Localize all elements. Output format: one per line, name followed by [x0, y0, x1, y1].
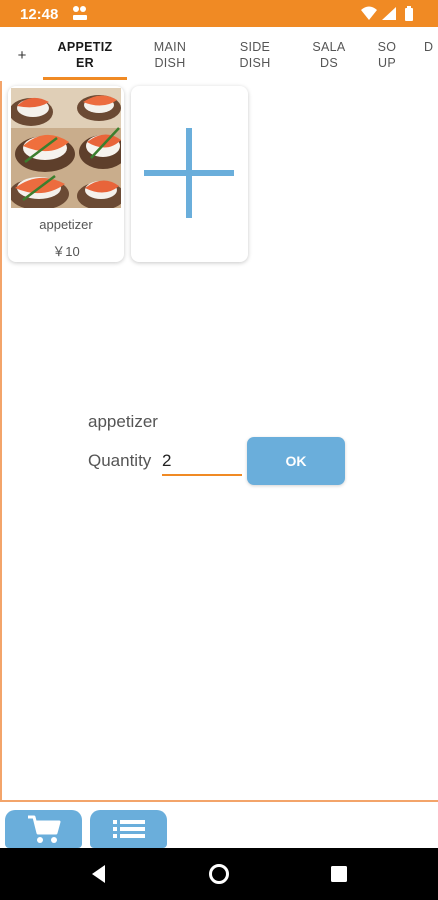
quantity-label: Quantity — [88, 451, 152, 470]
signal-icon — [382, 7, 396, 20]
system-nav-bar — [0, 848, 438, 900]
product-name: appetizer — [39, 217, 93, 232]
recents-icon[interactable] — [327, 862, 351, 886]
battery-icon — [405, 6, 413, 21]
product-price: ￥10 — [52, 244, 80, 259]
active-tab-indicator — [43, 77, 127, 80]
tab-appetizer[interactable]: APPETIZ ER — [46, 39, 124, 81]
bottom-action-bar — [0, 800, 438, 848]
wifi-icon — [361, 6, 377, 20]
add-category-button[interactable]: + — [13, 47, 31, 64]
ok-button[interactable]: OK — [247, 437, 345, 485]
tab-side-dish[interactable]: SIDE DISH — [226, 39, 284, 81]
selected-item-name: appetizer — [88, 412, 158, 431]
status-time: 12:48 — [20, 6, 59, 23]
status-icons — [361, 6, 413, 21]
tab-salads[interactable]: SALA DS — [302, 39, 356, 81]
product-card[interactable]: appetizer ￥10 — [8, 86, 124, 262]
product-image — [11, 88, 121, 208]
tab-partial[interactable]: D — [424, 39, 438, 81]
add-product-card[interactable] — [131, 86, 248, 262]
list-icon — [113, 820, 145, 838]
home-icon[interactable] — [207, 862, 231, 886]
tab-main-dish[interactable]: MAIN DISH — [140, 39, 200, 81]
sim-status-icon — [73, 6, 87, 20]
tab-soup[interactable]: SO UP — [370, 39, 404, 81]
status-bar: 12:48 — [0, 0, 438, 27]
plus-icon — [144, 128, 234, 218]
order-list-button[interactable] — [90, 810, 167, 848]
shopping-cart-icon — [28, 815, 61, 843]
back-icon[interactable] — [87, 862, 111, 886]
quantity-input[interactable] — [162, 448, 242, 476]
cart-button[interactable] — [5, 810, 82, 848]
category-tab-bar: + APPETIZ ER MAIN DISH SIDE DISH SALA DS… — [0, 27, 438, 81]
